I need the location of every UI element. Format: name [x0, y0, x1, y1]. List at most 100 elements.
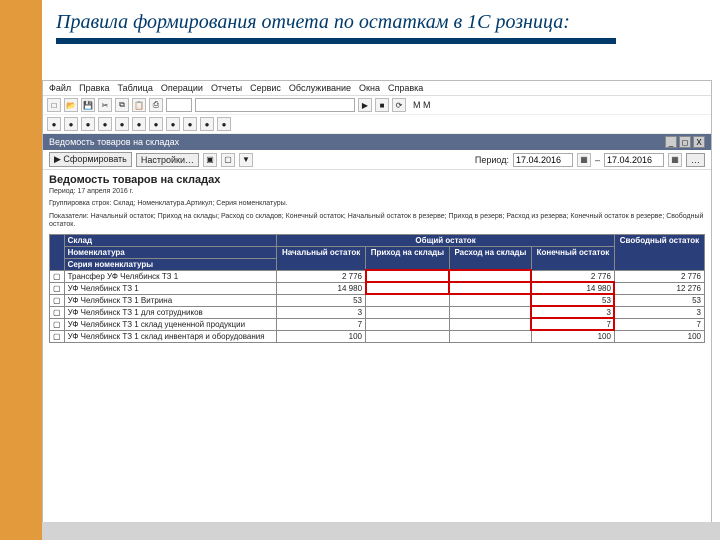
row-label: УФ Челябинск ТЗ 1 склад уцененной продук… — [64, 318, 277, 330]
tool2-h-icon[interactable]: ● — [166, 117, 180, 131]
cell-out — [449, 294, 531, 306]
menu-service[interactable]: Сервис — [250, 83, 281, 93]
slide-footer — [42, 522, 720, 540]
menu-windows[interactable]: Окна — [359, 83, 380, 93]
tool2-b-icon[interactable]: ● — [64, 117, 78, 131]
menu-file[interactable]: Файл — [49, 83, 71, 93]
doc-minimize-button[interactable]: _ — [665, 136, 677, 148]
cell-free: 2 776 — [614, 270, 704, 282]
table-row[interactable]: ▢Трансфер УФ Челябинск ТЗ 12 7762 7762 7… — [50, 270, 705, 282]
col-series: Серия номенклатуры — [64, 258, 277, 270]
table-row[interactable]: ▢УФ Челябинск ТЗ 1 для сотрудников333 — [50, 306, 705, 318]
date-to-input[interactable] — [604, 153, 664, 167]
expand-icon[interactable]: ▢ — [50, 330, 65, 342]
cell-start: 3 — [277, 306, 366, 318]
search-input[interactable] — [195, 98, 355, 112]
col-out: Расход на склады — [449, 246, 531, 270]
expand-icon[interactable]: ▢ — [50, 318, 65, 330]
tool-stop-icon[interactable]: ■ — [375, 98, 389, 112]
report-body: Ведомость товаров на складах Период: 17 … — [43, 170, 711, 347]
row-label: УФ Челябинск ТЗ 1 Витрина — [64, 294, 277, 306]
expand-icon[interactable]: ▢ — [50, 270, 65, 282]
tool2-d-icon[interactable]: ● — [98, 117, 112, 131]
tool2-e-icon[interactable]: ● — [115, 117, 129, 131]
period-dots-button[interactable]: … — [686, 153, 705, 167]
slide-title: Правила формирования отчета по остаткам … — [56, 10, 700, 34]
tool-open-icon[interactable]: 📂 — [64, 98, 78, 112]
tool-copy-icon[interactable]: ⧉ — [115, 98, 129, 112]
expand-icon[interactable]: ▢ — [50, 306, 65, 318]
col-warehouse: Склад — [64, 234, 277, 246]
cell-in — [366, 294, 450, 306]
toolbar-label: M M — [413, 100, 431, 110]
expand-icon[interactable]: ▢ — [50, 282, 65, 294]
cell-end: 2 776 — [531, 270, 614, 282]
cell-free: 100 — [614, 330, 704, 342]
settings-button[interactable]: Настройки… — [136, 153, 199, 167]
doc-maximize-button[interactable]: ◻ — [679, 136, 691, 148]
table-row[interactable]: ▢УФ Челябинск ТЗ 1 склад инвентаря и обо… — [50, 330, 705, 342]
cell-end: 7 — [531, 318, 614, 330]
zoom-input[interactable] — [166, 98, 192, 112]
cell-in — [366, 318, 450, 330]
report-controls: ▶ Сформировать Настройки… ▣ ▢ ▼ Период: … — [43, 150, 711, 170]
tool2-c-icon[interactable]: ● — [81, 117, 95, 131]
cell-end: 53 — [531, 294, 614, 306]
report-indicators: Показатели: Начальный остаток; Приход на… — [49, 213, 705, 230]
cell-in — [366, 330, 450, 342]
report-period: Период: 17 апреля 2016 г. — [49, 188, 705, 196]
cell-in — [366, 282, 450, 294]
1c-app-window: Файл Правка Таблица Операции Отчеты Серв… — [42, 80, 712, 532]
table-row[interactable]: ▢УФ Челябинск ТЗ 1 Витрина535353 — [50, 294, 705, 306]
menu-edit[interactable]: Правка — [79, 83, 109, 93]
table-row[interactable]: ▢УФ Челябинск ТЗ 114 98014 98012 276 — [50, 282, 705, 294]
tool2-k-icon[interactable]: ● — [217, 117, 231, 131]
cell-out — [449, 306, 531, 318]
cell-free: 12 276 — [614, 282, 704, 294]
calendar-to-icon[interactable]: ▦ — [668, 153, 682, 167]
toolbar-1: □ 📂 💾 ✂ ⧉ 📋 ⎙ ▶ ■ ⟳ M M — [43, 96, 711, 115]
expand-icon[interactable]: ▢ — [50, 294, 65, 306]
expand-icon[interactable]: ▣ — [203, 153, 217, 167]
tool-save-icon[interactable]: 💾 — [81, 98, 95, 112]
row-label: УФ Челябинск ТЗ 1 для сотрудников — [64, 306, 277, 318]
col-free: Свободный остаток — [614, 234, 704, 270]
tool-new-icon[interactable]: □ — [47, 98, 61, 112]
menu-maintenance[interactable]: Обслуживание — [289, 83, 351, 93]
tool2-i-icon[interactable]: ● — [183, 117, 197, 131]
menu-help[interactable]: Справка — [388, 83, 423, 93]
form-button[interactable]: ▶ Сформировать — [49, 152, 132, 167]
menu-operations[interactable]: Операции — [161, 83, 203, 93]
tool2-a-icon[interactable]: ● — [47, 117, 61, 131]
cell-end: 100 — [531, 330, 614, 342]
tool-go-icon[interactable]: ▶ — [358, 98, 372, 112]
tool2-g-icon[interactable]: ● — [149, 117, 163, 131]
row-label: УФ Челябинск ТЗ 1 склад инвентаря и обор… — [64, 330, 277, 342]
document-tab-title: Ведомость товаров на складах — [49, 137, 179, 147]
date-from-input[interactable] — [513, 153, 573, 167]
cell-out — [449, 330, 531, 342]
cell-free: 53 — [614, 294, 704, 306]
tool-cut-icon[interactable]: ✂ — [98, 98, 112, 112]
col-start: Начальный остаток — [277, 246, 366, 270]
menubar: Файл Правка Таблица Операции Отчеты Серв… — [43, 81, 711, 96]
filter-icon[interactable]: ▼ — [239, 153, 253, 167]
tool-refresh-icon[interactable]: ⟳ — [392, 98, 406, 112]
cell-out — [449, 282, 531, 294]
slide-accent-bar — [0, 0, 42, 540]
cell-free: 3 — [614, 306, 704, 318]
calendar-from-icon[interactable]: ▦ — [577, 153, 591, 167]
title-underline — [56, 38, 616, 44]
doc-close-button[interactable]: X — [693, 136, 705, 148]
tool-print-icon[interactable]: ⎙ — [149, 98, 163, 112]
tool-paste-icon[interactable]: 📋 — [132, 98, 146, 112]
date-sep: – — [595, 155, 600, 165]
col-end: Конечный остаток — [531, 246, 614, 270]
menu-table[interactable]: Таблица — [118, 83, 153, 93]
menu-reports[interactable]: Отчеты — [211, 83, 242, 93]
table-row[interactable]: ▢УФ Челябинск ТЗ 1 склад уцененной проду… — [50, 318, 705, 330]
tool2-f-icon[interactable]: ● — [132, 117, 146, 131]
col-expand — [50, 234, 65, 270]
tool2-j-icon[interactable]: ● — [200, 117, 214, 131]
collapse-icon[interactable]: ▢ — [221, 153, 235, 167]
